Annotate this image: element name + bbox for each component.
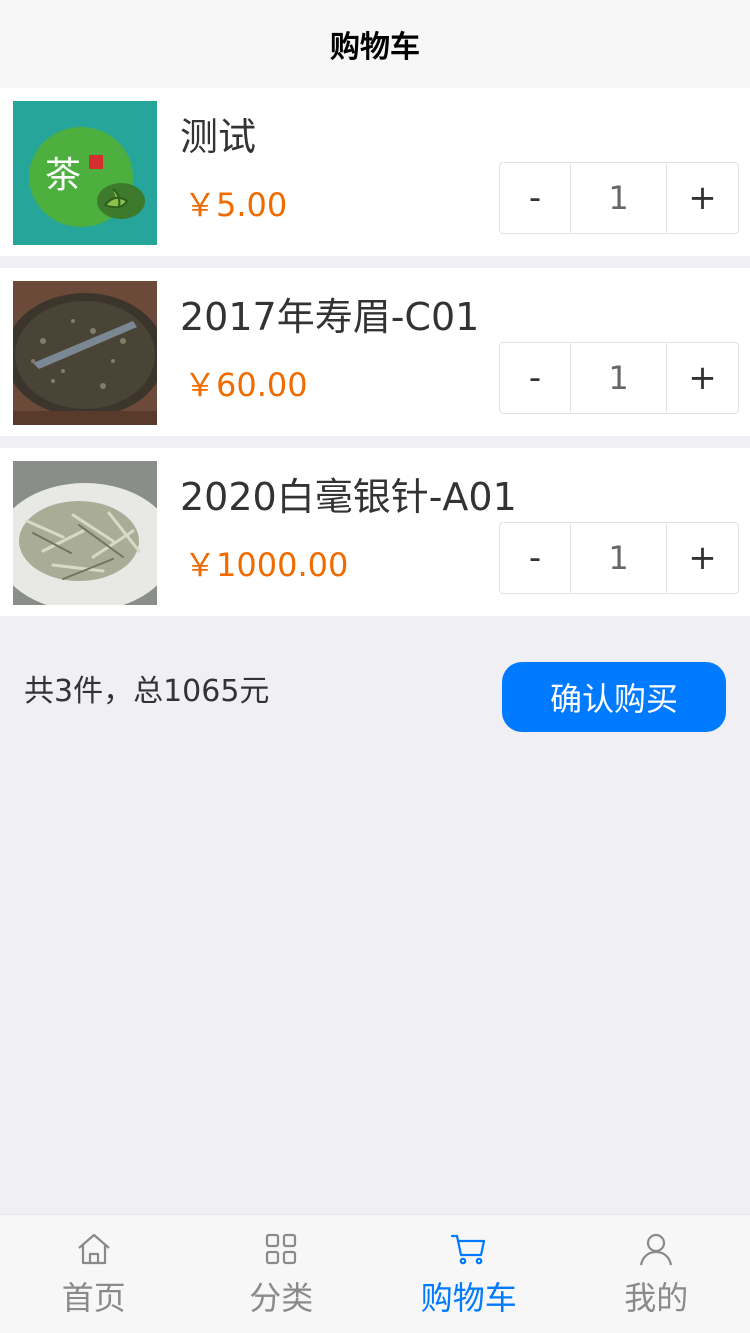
product-price: ￥1000.00: [184, 546, 349, 584]
person-icon: [640, 1233, 673, 1266]
grid-icon: [266, 1233, 297, 1265]
product-name[interactable]: 2020白毫银针-A01: [180, 466, 517, 521]
tab-bar: 首页 分类 购物车 我的: [0, 1214, 750, 1333]
product-name[interactable]: 测试: [180, 106, 256, 161]
product-price: ￥60.00: [184, 366, 308, 404]
quantity-value[interactable]: 1: [570, 523, 667, 593]
tab-category[interactable]: 分类: [188, 1215, 376, 1333]
increase-button[interactable]: +: [667, 523, 738, 593]
product-image[interactable]: [13, 461, 157, 605]
home-icon: [78, 1233, 110, 1265]
tab-cart[interactable]: 购物车: [375, 1215, 563, 1333]
quantity-stepper: - 1 +: [499, 522, 739, 594]
decrease-button[interactable]: -: [500, 523, 570, 593]
quantity-value[interactable]: 1: [570, 163, 667, 233]
navigation-bar: 购物车: [0, 0, 750, 88]
product-name[interactable]: 2017年寿眉-C01: [180, 286, 479, 341]
confirm-purchase-button[interactable]: 确认购买: [502, 662, 726, 732]
product-image[interactable]: [13, 281, 157, 425]
cart-item: 茶 测试 ￥5.00 - 1 +: [0, 88, 750, 256]
tab-label: 我的: [624, 1279, 689, 1317]
quantity-value[interactable]: 1: [570, 343, 667, 413]
cart-item: 2017年寿眉-C01 ￥60.00 - 1 +: [0, 268, 750, 436]
product-price: ￥5.00: [184, 186, 288, 224]
page-title: 购物车: [330, 30, 420, 65]
decrease-button[interactable]: -: [500, 343, 570, 413]
product-image[interactable]: 茶: [13, 101, 157, 245]
tab-home[interactable]: 首页: [0, 1215, 188, 1333]
tab-label: 购物车: [420, 1279, 517, 1317]
increase-button[interactable]: +: [667, 343, 738, 413]
cart-icon: [450, 1234, 485, 1265]
tab-profile[interactable]: 我的: [563, 1215, 750, 1333]
tab-label: 首页: [61, 1279, 126, 1317]
order-summary: 共3件，总1065元: [24, 674, 270, 709]
tab-label: 分类: [249, 1279, 314, 1317]
quantity-stepper: - 1 +: [499, 162, 739, 234]
increase-button[interactable]: +: [667, 163, 738, 233]
cart-item: 2020白毫银针-A01 ￥1000.00 - 1 +: [0, 448, 750, 616]
cart-list: 茶 测试 ￥5.00 - 1 + 2017年寿眉-C01 ￥60.00 - 1 …: [0, 88, 750, 616]
svg-text:茶: 茶: [45, 155, 81, 196]
decrease-button[interactable]: -: [500, 163, 570, 233]
quantity-stepper: - 1 +: [499, 342, 739, 414]
